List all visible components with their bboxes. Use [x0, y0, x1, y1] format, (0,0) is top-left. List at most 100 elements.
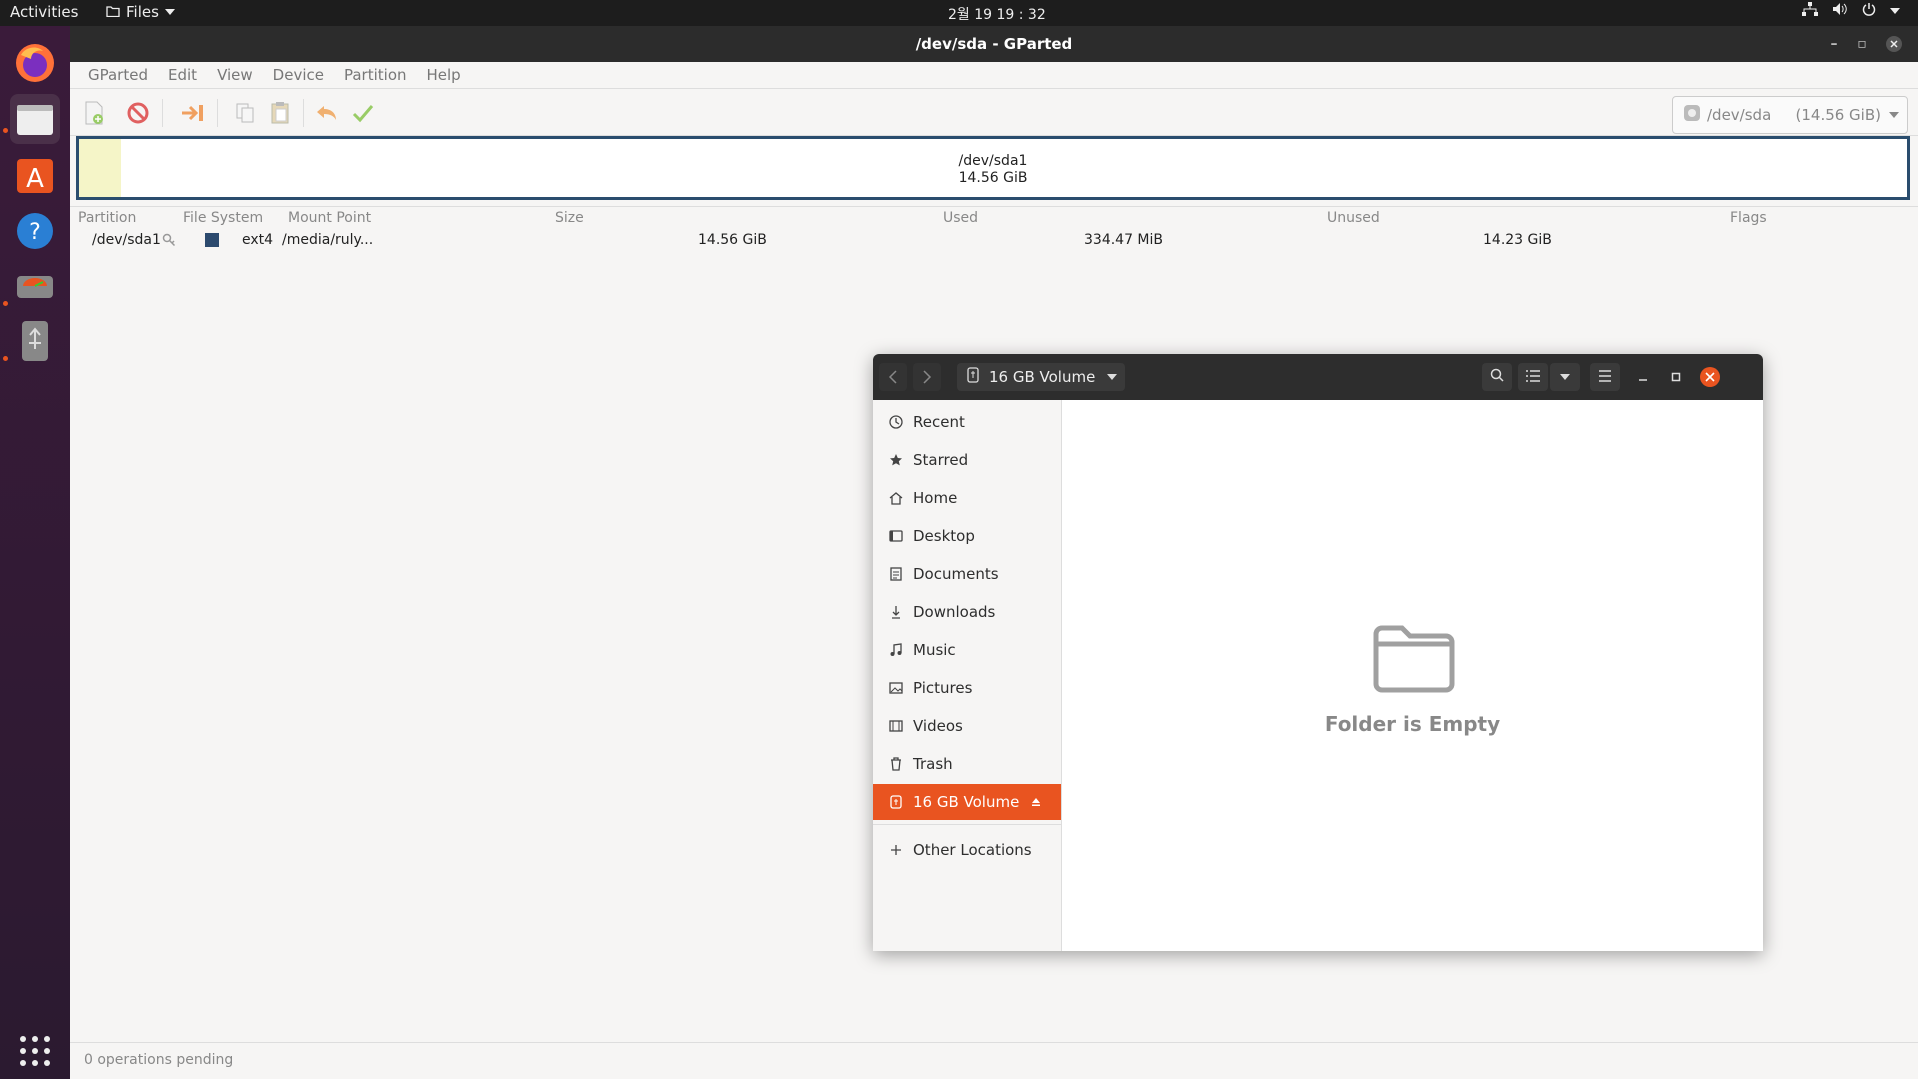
new-partition-icon[interactable]: [79, 99, 109, 127]
sidebar-item-starred[interactable]: Starred: [873, 442, 1061, 478]
empty-folder-icon: [1372, 622, 1456, 698]
app-menu-label: Files: [126, 3, 159, 21]
view-options-button[interactable]: [1550, 363, 1580, 391]
paste-icon[interactable]: [265, 99, 295, 127]
device-selector[interactable]: /dev/sda (14.56 GiB): [1672, 96, 1908, 134]
menu-button[interactable]: [1590, 363, 1620, 391]
view-list-button[interactable]: [1518, 363, 1548, 391]
menubar: GParted Edit View Device Partition Help: [70, 62, 1918, 89]
hamburger-icon: [1598, 368, 1612, 386]
status-text: 0 operations pending: [84, 1052, 234, 1068]
column-size[interactable]: Size: [555, 210, 584, 226]
chevron-down-icon: [164, 9, 175, 15]
resize-move-icon[interactable]: [178, 99, 208, 127]
gparted-icon[interactable]: [10, 262, 60, 312]
filesystem-color-swatch: [205, 233, 219, 247]
close-button[interactable]: [1696, 363, 1724, 391]
table-row[interactable]: /dev/sda1 ext4 /media/ruly... 14.56 GiB …: [70, 230, 1918, 254]
eject-icon[interactable]: [1031, 793, 1041, 811]
music-icon: [887, 643, 905, 657]
sidebar-item-label: Pictures: [913, 679, 973, 697]
key-icon: [162, 233, 176, 251]
delete-icon[interactable]: [123, 99, 153, 127]
sidebar-item-label: Downloads: [913, 603, 996, 621]
column-used[interactable]: Used: [943, 210, 978, 226]
undo-icon[interactable]: [312, 99, 342, 127]
column-filesystem[interactable]: File System: [183, 210, 263, 226]
app-grid-icon[interactable]: [10, 1026, 60, 1076]
sidebar-item-home[interactable]: Home: [873, 480, 1061, 516]
menu-help[interactable]: Help: [417, 66, 471, 84]
sidebar-item-label: Home: [913, 489, 958, 507]
menu-edit[interactable]: Edit: [158, 66, 207, 84]
minimize-button[interactable]: [1630, 363, 1656, 391]
sidebar-item-documents[interactable]: Documents: [873, 556, 1061, 592]
sidebar-item-recent[interactable]: Recent: [873, 404, 1061, 440]
sidebar-item-label: Videos: [913, 717, 963, 735]
disk-icon: [1683, 104, 1701, 126]
app-menu[interactable]: Files: [106, 3, 175, 21]
sidebar-item-trash[interactable]: Trash: [873, 746, 1061, 782]
sidebar-item-label: Music: [913, 641, 956, 659]
back-button[interactable]: [879, 363, 907, 391]
sidebar-item-downloads[interactable]: Downloads: [873, 594, 1061, 630]
menu-device[interactable]: Device: [263, 66, 334, 84]
minimize-button[interactable]: –: [1822, 26, 1846, 62]
menu-view[interactable]: View: [207, 66, 263, 84]
sidebar-item-desktop[interactable]: Desktop: [873, 518, 1061, 554]
sidebar-item-videos[interactable]: Videos: [873, 708, 1061, 744]
status-bar: 0 operations pending: [70, 1042, 1918, 1079]
partition-table-header: Partition File System Mount Point Size U…: [70, 206, 1918, 229]
list-view-icon: [1526, 368, 1540, 386]
chevron-down-icon: [1889, 112, 1899, 118]
usb-drive-icon[interactable]: [10, 316, 60, 366]
activities-button[interactable]: Activities: [10, 3, 78, 21]
forward-button[interactable]: [913, 363, 941, 391]
clock-icon: [887, 415, 905, 429]
folder-icon: [106, 3, 120, 21]
maximize-button[interactable]: [1663, 363, 1689, 391]
app-store-icon[interactable]: A: [10, 150, 60, 200]
svg-text:?: ?: [29, 220, 41, 245]
column-unused[interactable]: Unused: [1327, 210, 1380, 226]
apply-icon[interactable]: [348, 99, 378, 127]
sidebar-item-other-locations[interactable]: Other Locations: [873, 832, 1061, 868]
help-icon[interactable]: ?: [10, 206, 60, 256]
clock[interactable]: 2월 19 19 : 32: [948, 4, 1046, 24]
row-unused: 14.23 GiB: [1483, 232, 1552, 248]
column-flags[interactable]: Flags: [1730, 210, 1767, 226]
power-icon: [1862, 2, 1876, 20]
column-mountpoint[interactable]: Mount Point: [288, 210, 371, 226]
network-icon: [1802, 2, 1818, 20]
top-bar: Activities Files 2월 19 19 : 32: [0, 0, 1918, 26]
sidebar-item-label: Documents: [913, 565, 999, 583]
copy-icon[interactable]: [230, 99, 260, 127]
maximize-button[interactable]: ▫: [1850, 26, 1874, 62]
system-tray[interactable]: [1802, 2, 1900, 20]
sidebar-item-16gb-volume[interactable]: 16 GB Volume: [873, 784, 1061, 820]
sidebar-item-pictures[interactable]: Pictures: [873, 670, 1061, 706]
sidebar-item-label: 16 GB Volume: [913, 793, 1020, 811]
plus-icon: [887, 844, 905, 856]
close-button[interactable]: [1882, 26, 1906, 62]
files-icon[interactable]: [10, 94, 60, 144]
firefox-icon[interactable]: [10, 38, 60, 88]
files-headerbar: 16 GB Volume: [873, 354, 1763, 400]
file-view[interactable]: Folder is Empty: [1062, 400, 1763, 951]
dock: A ?: [0, 26, 70, 1079]
sidebar-item-label: Other Locations: [913, 841, 1032, 859]
menu-gparted[interactable]: GParted: [78, 66, 158, 84]
partition-map[interactable]: /dev/sda1 14.56 GiB: [76, 136, 1910, 200]
search-button[interactable]: [1482, 363, 1512, 391]
trash-icon: [887, 757, 905, 771]
row-mountpoint: /media/ruly...: [282, 232, 374, 248]
row-used: 334.47 MiB: [1084, 232, 1164, 248]
video-icon: [887, 720, 905, 732]
sidebar-item-music[interactable]: Music: [873, 632, 1061, 668]
column-partition[interactable]: Partition: [78, 210, 136, 226]
gparted-titlebar: /dev/sda - GParted – ▫: [70, 26, 1918, 62]
location-button[interactable]: 16 GB Volume: [957, 363, 1125, 391]
sidebar-item-label: Trash: [913, 755, 953, 773]
menu-partition[interactable]: Partition: [334, 66, 417, 84]
sidebar-item-label: Desktop: [913, 527, 975, 545]
